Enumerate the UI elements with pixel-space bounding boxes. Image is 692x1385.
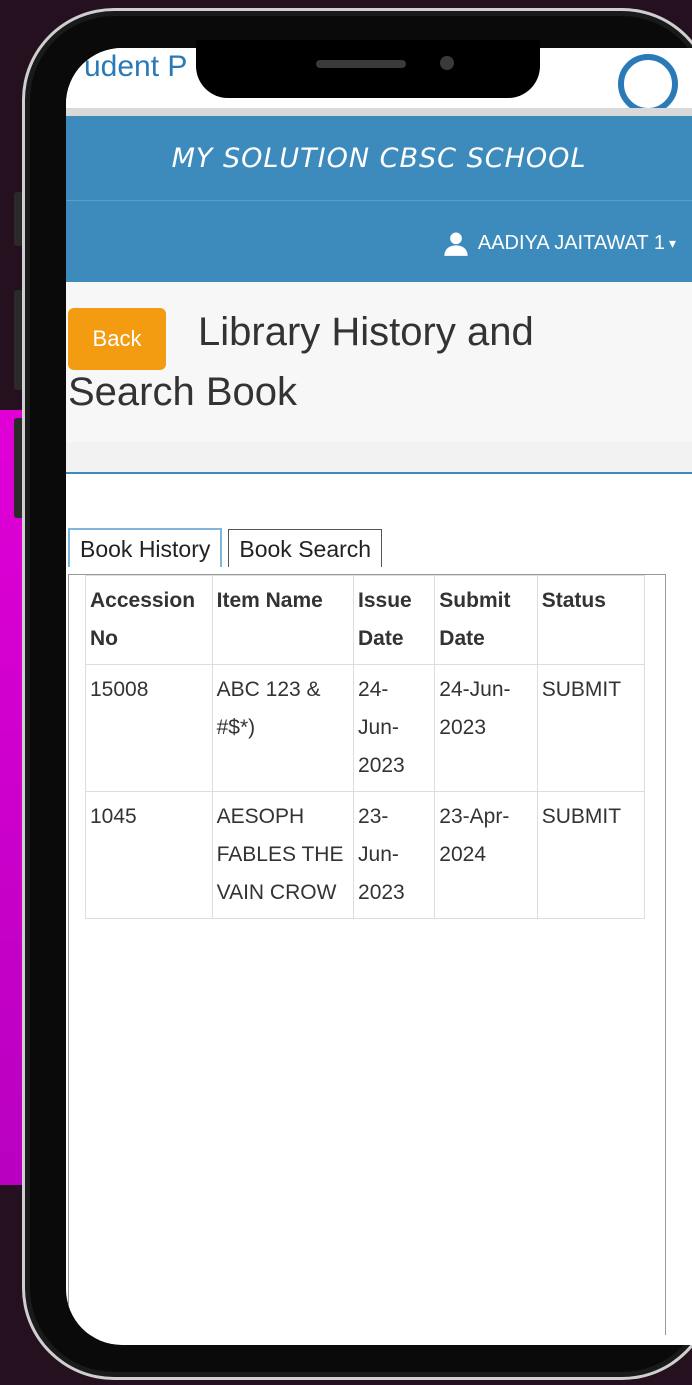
column-header: Item Name bbox=[211, 575, 355, 665]
user-icon bbox=[444, 232, 468, 256]
portal-title: udent P bbox=[84, 50, 188, 83]
caret-down-icon: ▾ bbox=[668, 234, 676, 251]
school-name: MY SOLUTION CBSC SCHOOL bbox=[171, 142, 587, 174]
table-cell: SUBMIT bbox=[536, 791, 646, 919]
tab-book-history[interactable]: Book History bbox=[68, 528, 223, 567]
table-cell: ABC 123 & #$*) bbox=[211, 664, 355, 792]
tab-book-search[interactable]: Book Search bbox=[228, 529, 383, 567]
table-cell: 24-Jun-2023 bbox=[434, 664, 538, 792]
user-name: AADIYA JAITAWAT 1 bbox=[477, 231, 665, 254]
speaker-grille bbox=[316, 60, 406, 68]
column-header: Accession No bbox=[85, 575, 213, 665]
content-separator bbox=[66, 442, 692, 474]
phone-notch bbox=[196, 40, 540, 98]
table-cell: 23-Apr-2024 bbox=[434, 791, 538, 919]
camera-icon bbox=[440, 56, 454, 70]
table-row: 15008 ABC 123 & #$*) 24-Jun-2023 24-Jun-… bbox=[85, 664, 646, 792]
table-cell: 24-Jun-2023 bbox=[353, 664, 436, 792]
portal-logo-icon bbox=[618, 54, 678, 114]
table-row: 1045 AESOPH FABLES THE VAIN CROW 23-Jun-… bbox=[85, 791, 646, 919]
table-header-row: Accession No Item Name Issue Date Submit… bbox=[85, 575, 646, 665]
history-table: Accession No Item Name Issue Date Submit… bbox=[85, 575, 646, 919]
table-cell: 23-Jun-2023 bbox=[353, 791, 436, 919]
table-cell: AESOPH FABLES THE VAIN CROW bbox=[211, 791, 355, 919]
column-header: Submit Date bbox=[434, 575, 538, 665]
table-cell: 15008 bbox=[85, 664, 213, 792]
table-cell: SUBMIT bbox=[536, 664, 646, 792]
tab-bar: Book History Book Search bbox=[68, 528, 383, 567]
user-bar: AADIYA JAITAWAT 1 ▾ bbox=[66, 200, 692, 283]
book-history-panel: Accession No Item Name Issue Date Submit… bbox=[68, 574, 666, 1335]
phone-screen: udent P MY SOLUTION CBSC SCHOOL AADIYA J… bbox=[66, 48, 692, 1345]
user-menu[interactable]: AADIYA JAITAWAT 1 ▾ bbox=[442, 229, 676, 257]
divider bbox=[66, 108, 692, 116]
school-header: MY SOLUTION CBSC SCHOOL bbox=[66, 116, 692, 200]
table-cell: 1045 bbox=[85, 791, 213, 919]
back-button[interactable]: Back bbox=[68, 308, 166, 370]
page-header: Library History and Search Book Back bbox=[66, 282, 692, 443]
column-header: Issue Date bbox=[353, 575, 436, 665]
column-header: Status bbox=[536, 575, 646, 665]
